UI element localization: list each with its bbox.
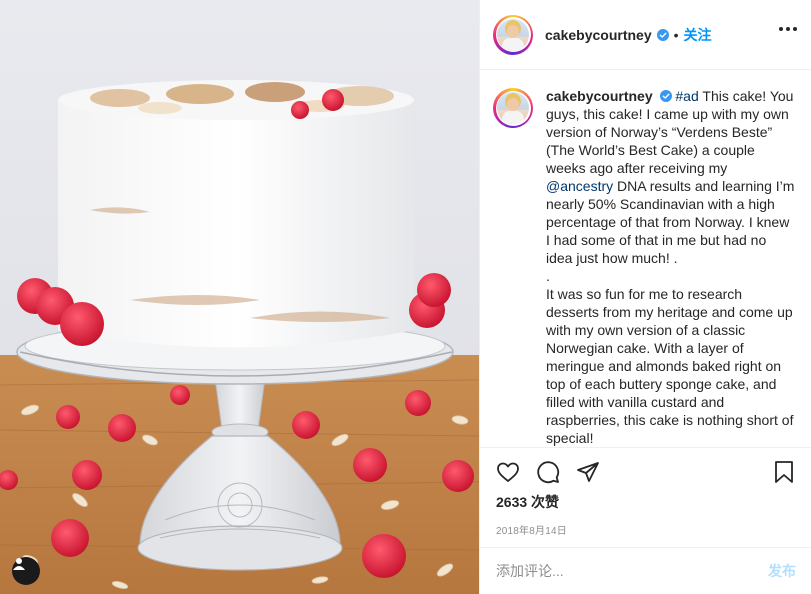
header-username[interactable]: cakebycourtney [545, 27, 652, 43]
caption: cakebycourtney #ad This cake! You guys, … [546, 87, 796, 447]
post-side-panel: cakebycourtney • 关注 cakebycourtney #ad T… [479, 0, 811, 594]
caption-area[interactable]: cakebycourtney #ad This cake! You guys, … [480, 71, 811, 447]
cake-image [0, 0, 479, 594]
more-options-icon[interactable] [779, 27, 797, 31]
verified-badge-icon [656, 28, 669, 41]
caption-avatar[interactable] [493, 88, 533, 128]
heart-icon[interactable] [496, 460, 520, 484]
action-bar [496, 448, 796, 496]
post-header: cakebycourtney • 关注 [480, 0, 811, 70]
separator: • [673, 26, 679, 43]
verified-badge-icon [659, 90, 672, 102]
comment-input[interactable] [496, 563, 768, 579]
post-comment-button[interactable]: 发布 [768, 561, 796, 581]
actions-section: 2633 次赞 2018年8月14日 [480, 447, 811, 547]
comment-row: 发布 [480, 547, 811, 594]
caption-paragraph-2: It was so fun for me to research dessert… [546, 286, 794, 446]
user-icon[interactable] [12, 557, 40, 585]
comment-icon[interactable] [536, 460, 560, 484]
share-icon[interactable] [576, 460, 600, 484]
post-photo[interactable] [0, 0, 479, 594]
hashtag-link[interactable]: #ad [675, 88, 698, 104]
follow-button[interactable]: 关注 [684, 25, 712, 45]
avatar[interactable] [493, 14, 533, 55]
post-date[interactable]: 2018年8月14日 [496, 522, 796, 537]
caption-dot-line: . [546, 268, 550, 284]
caption-username[interactable]: cakebycourtney [546, 88, 653, 104]
bookmark-icon[interactable] [772, 460, 796, 489]
mention-link[interactable]: @ancestry [546, 178, 613, 194]
